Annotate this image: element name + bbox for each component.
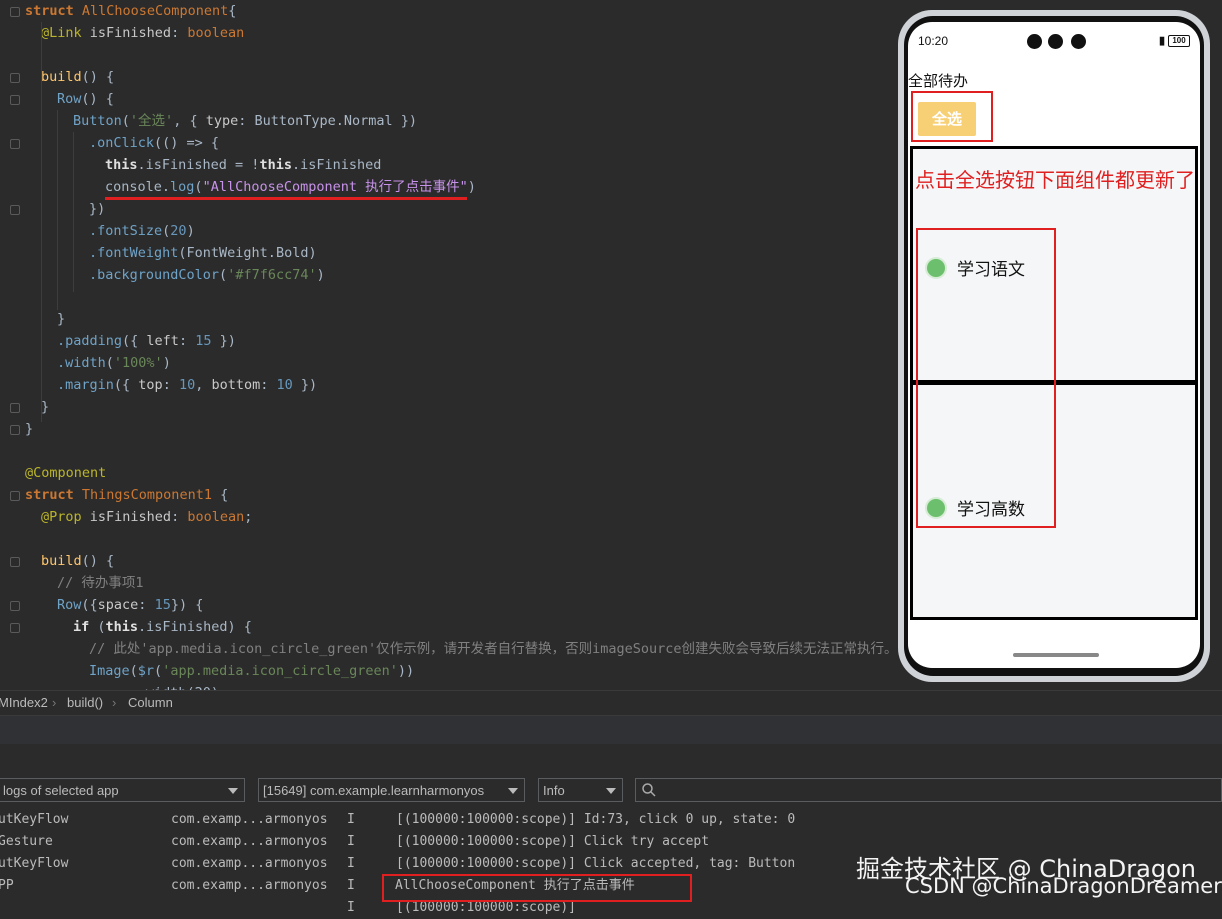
- log-tag: Gesture: [0, 834, 53, 849]
- process-value: [15649] com.example.learnharmonyos: [263, 783, 485, 798]
- fold-marker-icon[interactable]: [10, 623, 20, 633]
- fold-marker-icon[interactable]: [10, 425, 20, 435]
- log-level-value: Info: [543, 783, 565, 798]
- code-line[interactable]: Row({space: 15}) {: [57, 594, 203, 616]
- fold-marker-icon[interactable]: [10, 205, 20, 215]
- log-pkg: com.examp...armonyos: [171, 812, 328, 827]
- fold-marker-icon[interactable]: [10, 403, 20, 413]
- log-msg: [(100000:100000:scope)] Id:73, click 0 u…: [396, 812, 796, 827]
- app-filter-dropdown[interactable]: logs of selected app: [0, 778, 245, 802]
- camera-icon: [1071, 34, 1086, 49]
- code-line[interactable]: Image($r('app.media.icon_circle_green')): [89, 660, 414, 682]
- log-level-dropdown[interactable]: Info: [538, 778, 623, 802]
- highlight-box: [382, 874, 692, 902]
- log-lvl: I: [347, 878, 355, 893]
- log-tag: utKeyFlow: [0, 856, 69, 871]
- highlight-box: [916, 228, 1056, 528]
- code-line[interactable]: }: [41, 396, 49, 418]
- code-line[interactable]: .onClick(() => {: [89, 132, 219, 154]
- log-pkg: com.examp...armonyos: [171, 834, 328, 849]
- code-line[interactable]: console.log("AllChooseComponent 执行了点击事件"…: [105, 176, 476, 198]
- sim-icon: ▮: [1158, 35, 1165, 47]
- breadcrumb-item[interactable]: Column: [128, 691, 173, 715]
- indent-guide: [41, 22, 42, 422]
- chevron-down-icon: [606, 788, 616, 794]
- battery-icon: 100: [1168, 35, 1190, 47]
- code-line[interactable]: @Component: [25, 462, 106, 484]
- log-msg: [(100000:100000:scope)] Click accepted, …: [396, 856, 796, 871]
- breadcrumb-separator-icon: ›: [112, 695, 117, 710]
- code-line[interactable]: .width('100%'): [57, 352, 171, 374]
- code-line[interactable]: // 待办事项1: [57, 572, 144, 594]
- code-line[interactable]: struct ThingsComponent1 {: [25, 484, 228, 506]
- code-line[interactable]: struct AllChooseComponent{: [25, 0, 236, 22]
- annotation-note: 点击全选按钮下面组件都更新了: [915, 168, 1195, 192]
- code-line[interactable]: .fontSize(20): [89, 220, 195, 242]
- select-all-button[interactable]: 全选: [918, 102, 976, 136]
- status-bar: 10:20 ▮ 100: [908, 22, 1200, 54]
- breadcrumb: MIndex2 › build() › Column: [0, 690, 1222, 715]
- log-search-input[interactable]: [635, 778, 1222, 802]
- camera-icon: [1048, 34, 1063, 49]
- code-line[interactable]: Button('全选', { type: ButtonType.Normal }…: [73, 110, 417, 132]
- device-frame: 10:20 ▮ 100 全部待办 全选 点击全选按钮下面组件都更新了 学习语文 …: [898, 10, 1210, 682]
- code-line[interactable]: if (this.isFinished) {: [73, 616, 252, 638]
- device-screen: 10:20 ▮ 100 全部待办 全选 点击全选按钮下面组件都更新了 学习语文 …: [908, 22, 1200, 668]
- camera-icon: [1027, 34, 1042, 49]
- code-line[interactable]: build() {: [41, 66, 114, 88]
- code-line[interactable]: .backgroundColor('#f7f6cc74'): [89, 264, 325, 286]
- log-msg: [(100000:100000:scope)] Click try accept: [396, 834, 710, 849]
- breadcrumb-separator-icon: ›: [52, 695, 57, 710]
- watermark: CSDN @ChinaDragonDreamer: [905, 874, 1222, 898]
- log-row[interactable]: utKeyFlow com.examp...armonyos I [(100000:1…: [0, 809, 1222, 831]
- fold-marker-icon[interactable]: [10, 557, 20, 567]
- code-line[interactable]: }: [57, 308, 65, 330]
- code-line[interactable]: build() {: [41, 550, 114, 572]
- code-line[interactable]: this.isFinished = !this.isFinished: [105, 154, 381, 176]
- log-tag: PP: [0, 878, 14, 893]
- chevron-down-icon: [508, 788, 518, 794]
- device-bezel: 10:20 ▮ 100 全部待办 全选 点击全选按钮下面组件都更新了 学习语文 …: [904, 16, 1204, 676]
- indent-guide: [57, 110, 58, 310]
- code-line[interactable]: Row() {: [57, 88, 114, 110]
- fold-marker-icon[interactable]: [10, 73, 20, 83]
- fold-marker-icon[interactable]: [10, 7, 20, 17]
- fold-marker-icon[interactable]: [10, 491, 20, 501]
- breadcrumb-item[interactable]: build(): [67, 691, 103, 715]
- log-pkg: com.examp...armonyos: [171, 878, 328, 893]
- log-tag: utKeyFlow: [0, 812, 69, 827]
- home-indicator[interactable]: [1013, 653, 1099, 657]
- log-lvl: I: [347, 812, 355, 827]
- fold-marker-icon[interactable]: [10, 95, 20, 105]
- highlight-underline: [105, 197, 467, 200]
- code-line[interactable]: }: [25, 418, 33, 440]
- log-lvl: I: [347, 900, 355, 915]
- code-line[interactable]: @Link isFinished: boolean: [41, 22, 244, 44]
- code-line[interactable]: // 此处'app.media.icon_circle_green'仅作示例，请…: [89, 638, 895, 660]
- log-panel-tabs: [0, 715, 1222, 744]
- breadcrumb-item[interactable]: MIndex2: [0, 691, 48, 715]
- chevron-down-icon: [228, 788, 238, 794]
- app-filter-value: logs of selected app: [3, 783, 119, 798]
- code-line[interactable]: .margin({ top: 10, bottom: 10 }): [57, 374, 317, 396]
- page-title: 全部待办: [908, 72, 969, 90]
- process-dropdown[interactable]: [15649] com.example.learnharmonyos: [258, 778, 525, 802]
- log-lvl: I: [347, 834, 355, 849]
- log-panel-toolbar: [0, 744, 1222, 768]
- code-line[interactable]: .fontWeight(FontWeight.Bold): [89, 242, 317, 264]
- indent-guide: [73, 132, 74, 292]
- status-time: 10:20: [918, 34, 949, 48]
- fold-marker-icon[interactable]: [10, 601, 20, 611]
- code-line[interactable]: }): [89, 198, 105, 220]
- log-pkg: com.examp...armonyos: [171, 856, 328, 871]
- code-editor[interactable]: struct AllChooseComponent{@Link isFinish…: [0, 0, 895, 690]
- fold-marker-icon[interactable]: [10, 139, 20, 149]
- log-lvl: I: [347, 856, 355, 871]
- code-line[interactable]: .padding({ left: 15 }): [57, 330, 236, 352]
- code-line[interactable]: @Prop isFinished: boolean;: [41, 506, 252, 528]
- search-icon: [642, 783, 656, 797]
- code-line[interactable]: .width(20): [89, 682, 219, 690]
